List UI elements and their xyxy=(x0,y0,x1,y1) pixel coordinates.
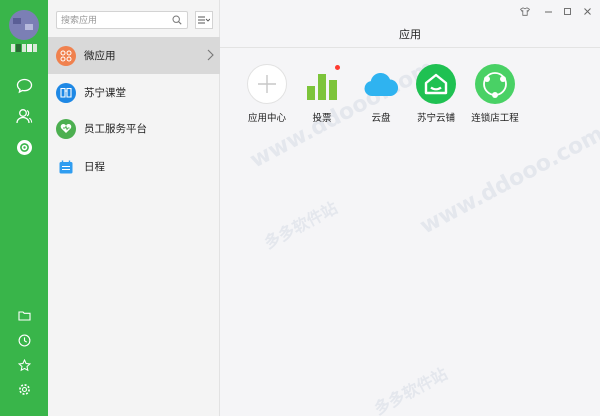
list-item-staff-service[interactable]: 员工服务平台 xyxy=(48,110,220,147)
skin-shirt-icon[interactable] xyxy=(519,5,531,17)
heart-icon xyxy=(56,118,76,139)
cloud-icon xyxy=(361,64,401,104)
app-label: 连锁店工程 xyxy=(471,113,519,124)
watermark: 多多软件站 xyxy=(370,364,451,416)
app-label: 苏宁云铺 xyxy=(416,113,455,124)
cloud-disk-tile[interactable]: 云盘 xyxy=(353,64,409,124)
list-item-label: 员工服务平台 xyxy=(84,123,147,135)
list-item-suning-class[interactable]: 苏宁课堂 xyxy=(48,74,220,111)
book-icon xyxy=(56,82,76,103)
apps-grid-icon xyxy=(56,45,76,66)
list-item-micro-apps[interactable]: 微应用 xyxy=(48,37,220,74)
apps-nav-icon[interactable] xyxy=(14,137,34,157)
plus-icon xyxy=(247,64,287,104)
maximize-icon[interactable] xyxy=(561,5,573,17)
star-icon[interactable] xyxy=(14,355,34,375)
folder-icon[interactable] xyxy=(14,305,34,325)
contacts-icon[interactable] xyxy=(14,106,34,126)
store-icon xyxy=(416,64,456,104)
list-item-label: 苏宁课堂 xyxy=(84,87,126,99)
search-icon[interactable] xyxy=(171,14,183,26)
app-label: 应用中心 xyxy=(247,113,286,124)
watermark: 多多软件站 xyxy=(260,198,341,253)
app-list-pane: 微应用 苏宁课堂 员工服务平台 日程 xyxy=(48,0,220,416)
watermark: www.ddooo.com xyxy=(416,121,600,240)
settings-gear-icon[interactable] xyxy=(14,379,34,399)
chevron-right-icon xyxy=(207,49,214,61)
notification-badge xyxy=(335,65,340,70)
close-icon[interactable] xyxy=(581,5,593,17)
cycle-icon xyxy=(475,64,515,104)
app-label: 投票 xyxy=(312,113,332,124)
calendar-icon xyxy=(56,157,76,177)
list-menu-button[interactable] xyxy=(195,11,213,29)
vote-bars-icon xyxy=(302,64,342,104)
title-bar: 应用 xyxy=(220,0,600,48)
minimize-icon[interactable] xyxy=(542,5,554,17)
suning-store-tile[interactable]: 苏宁云铺 xyxy=(408,64,464,124)
page-title: 应用 xyxy=(399,29,421,41)
nav-rail xyxy=(0,0,48,416)
clock-icon[interactable] xyxy=(14,330,34,350)
list-item-label: 微应用 xyxy=(84,50,116,62)
main-panel: 应用 www.ddooo.com www.ddooo.com 多多软件站 多多软… xyxy=(220,0,600,416)
app-label: 云盘 xyxy=(371,113,391,124)
chain-store-project-tile[interactable]: 连锁店工程 xyxy=(467,64,523,124)
menu-icon xyxy=(198,16,210,24)
list-item-schedule[interactable]: 日程 xyxy=(48,148,220,185)
list-item-label: 日程 xyxy=(84,161,105,173)
avatar[interactable] xyxy=(9,10,39,52)
vote-tile[interactable]: 投票 xyxy=(294,64,350,124)
chat-icon[interactable] xyxy=(14,76,34,96)
search-box[interactable] xyxy=(56,11,188,29)
search-input[interactable] xyxy=(61,15,169,25)
app-center-tile[interactable]: 应用中心 xyxy=(239,64,295,124)
